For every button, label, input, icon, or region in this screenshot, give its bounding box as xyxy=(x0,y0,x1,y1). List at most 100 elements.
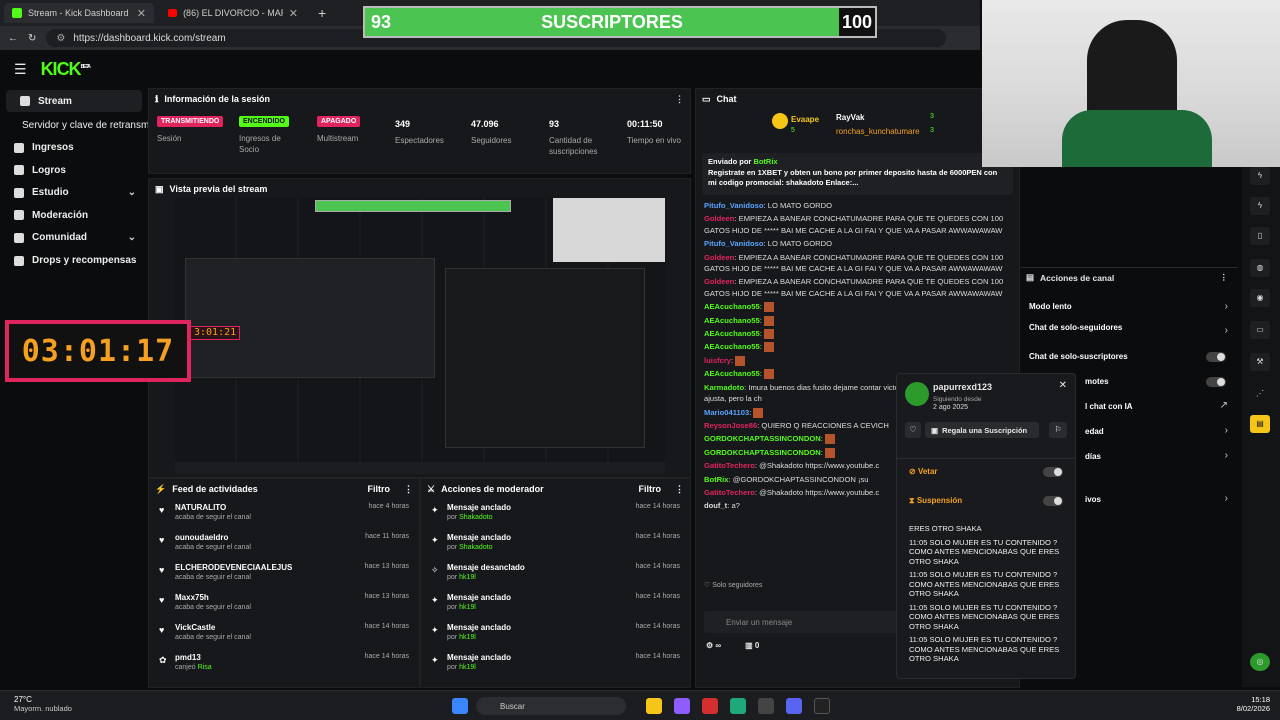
system-clock[interactable]: 15:18 8/02/2026 xyxy=(1237,695,1270,713)
pinned-message[interactable]: Enviado por BotRix📌 Registrate en 1XBET … xyxy=(702,153,1013,195)
mod-action-row[interactable]: ✧ Mensaje desanclado por hk19l hace 14 h… xyxy=(421,559,690,589)
filter-button[interactable]: Filtro xyxy=(368,484,391,494)
taskbar-search[interactable]: Buscar xyxy=(476,697,626,715)
days-item[interactable]: días xyxy=(1085,452,1101,461)
back-icon[interactable]: ← xyxy=(8,33,18,44)
followers-only-item[interactable]: Chat de solo-seguidores xyxy=(1029,323,1122,332)
activity-row[interactable]: ♥ ELCHERODEVENECIAALEJUS acaba de seguir… xyxy=(149,559,419,589)
activity-row[interactable]: ♥ Maxx75h acaba de seguir el canal hace … xyxy=(149,589,419,619)
stream-preview-video[interactable] xyxy=(175,198,665,474)
sidebar-item-estudio[interactable]: Estudio ⌄ xyxy=(0,182,148,204)
reload-icon[interactable]: ↻ xyxy=(28,33,36,44)
site-info-icon[interactable]: ⚙ xyxy=(56,33,65,44)
lightning-icon[interactable]: ϟ xyxy=(1250,197,1270,215)
subs-only-toggle[interactable] xyxy=(1206,352,1226,362)
activity-row[interactable]: ♥ ounoudaeldro acaba de seguir el canal … xyxy=(149,529,419,559)
note-icon[interactable]: ▯ xyxy=(1250,227,1270,245)
share-icon[interactable]: ⋰ xyxy=(1250,385,1270,403)
mod-action-row[interactable]: ✦ Mensaje anclado por Shakadoto hace 14 … xyxy=(421,529,690,559)
subs-only-item[interactable]: Chat de solo-suscriptores xyxy=(1029,352,1128,361)
popup-username[interactable]: papurrexd123 xyxy=(933,382,992,392)
sidebar-item-server-key[interactable]: Servidor y clave de retransm xyxy=(0,114,149,136)
ban-action[interactable]: ⊘ Vetar xyxy=(909,467,938,476)
slow-mode-item[interactable]: Modo lento xyxy=(1029,302,1072,311)
avatar xyxy=(905,382,929,406)
timeout-toggle[interactable] xyxy=(1043,496,1063,506)
obs-icon[interactable] xyxy=(814,698,830,714)
activity-row[interactable]: ♥ VickCastle acaba de seguir el canal ha… xyxy=(149,619,419,649)
actives-item[interactable]: ivos xyxy=(1085,495,1101,504)
device-icon[interactable]: ▭ xyxy=(1250,321,1270,339)
ai-chat-item[interactable]: l chat con IA xyxy=(1085,402,1133,411)
mod-action-row[interactable]: ✦ Mensaje anclado por hk19l hace 14 hora… xyxy=(421,619,690,649)
close-tab-icon[interactable]: ✕ xyxy=(289,7,298,20)
leader-name[interactable]: Evaape xyxy=(791,115,819,124)
browser-tab-youtube[interactable]: (86) EL DIVORCIO - MARISOL Y LA ✕ xyxy=(160,3,306,23)
chat-bubble-icon[interactable]: ◍ xyxy=(1250,259,1270,277)
lightning-icon[interactable]: ϟ xyxy=(1250,167,1270,185)
chat-message[interactable]: Goldeen: EMPIEZA A BANEAR CONCHATUMADRE … xyxy=(696,212,1019,237)
chat-message[interactable]: AEAcuchano55: xyxy=(696,300,1019,313)
heart-icon: ♥ xyxy=(159,595,165,605)
emotes-item[interactable]: motes xyxy=(1085,377,1109,386)
chat-message[interactable]: Goldeen: EMPIEZA A BANEAR CONCHATUMADRE … xyxy=(696,251,1019,276)
menu-icon[interactable]: ☰ xyxy=(14,61,27,78)
kick-logo[interactable]: KICKBETA xyxy=(41,59,91,80)
chat-message[interactable]: Pitufo_Vanidoso: LO MATO GORDO xyxy=(696,199,1019,212)
chat-help-icon[interactable]: ◎ xyxy=(1250,653,1270,671)
age-item[interactable]: edad xyxy=(1085,427,1104,436)
more-options-icon[interactable]: ⋮ xyxy=(1220,272,1229,283)
close-tab-icon[interactable]: ✕ xyxy=(137,7,146,20)
activity-row[interactable]: ♥ NATURALITO acaba de seguir el canal ha… xyxy=(149,499,419,529)
more-options-icon[interactable]: ⋮ xyxy=(404,484,413,495)
chat-message[interactable]: AEAcuchano55: xyxy=(696,340,1019,353)
app-icon[interactable] xyxy=(702,698,718,714)
follow-heart-button[interactable]: ♡ xyxy=(905,422,921,438)
ban-toggle[interactable] xyxy=(1043,467,1063,477)
file-explorer-icon[interactable] xyxy=(646,698,662,714)
sidebar-item-moderacion[interactable]: Moderación xyxy=(0,204,148,226)
broadcast-icon[interactable]: ◉ xyxy=(1250,289,1270,307)
heart-icon: ♥ xyxy=(159,565,165,575)
sidebar-item-comunidad[interactable]: Comunidad ⌄ xyxy=(0,227,148,249)
chat-message[interactable]: Pitufo_Vanidoso: LO MATO GORDO xyxy=(696,237,1019,250)
highlight-icon[interactable]: ▤ xyxy=(1250,415,1270,433)
chat-username: ReysonJose86 xyxy=(704,420,758,430)
chat-message[interactable]: AEAcuchano55: xyxy=(696,314,1019,327)
gift-sub-button[interactable]: ▣ Regala una Suscripción xyxy=(925,422,1039,438)
chat-message[interactable]: AEAcuchano55: xyxy=(696,327,1019,340)
more-options-icon[interactable]: ⋮ xyxy=(675,94,684,105)
close-icon[interactable]: ✕ xyxy=(1059,380,1067,391)
filter-button[interactable]: Filtro xyxy=(639,484,662,494)
edge-icon[interactable] xyxy=(730,698,746,714)
more-options-icon[interactable]: ⋮ xyxy=(675,484,684,495)
user-history-message: 11:05 SOLO MUJER ES TU CONTENIDO ? COMO … xyxy=(909,602,1060,631)
settings-icon[interactable]: ⚙ ∞ xyxy=(706,641,721,650)
mute-button[interactable]: ⚐ xyxy=(1049,422,1067,438)
copilot-icon[interactable] xyxy=(674,698,690,714)
discord-icon[interactable] xyxy=(786,698,802,714)
sidebar-item-stream[interactable]: Stream xyxy=(6,90,142,112)
emotes-toggle[interactable] xyxy=(1206,377,1226,387)
wrench-icon[interactable]: ⚒ xyxy=(1250,353,1270,371)
mod-action-row[interactable]: ✦ Mensaje anclado por Shakadoto hace 14 … xyxy=(421,499,690,529)
leader-name[interactable]: ronchas_kunchatumare xyxy=(836,127,920,136)
chat-message[interactable]: Goldeen: EMPIEZA A BANEAR CONCHATUMADRE … xyxy=(696,275,1019,300)
chevron-right-icon: › xyxy=(1224,450,1228,461)
mod-action-row[interactable]: ✦ Mensaje anclado por hk19l hace 14 hora… xyxy=(421,649,690,679)
weather-widget[interactable]: 27°C Mayorm. nublado xyxy=(14,695,72,713)
leader-name[interactable]: RayVak xyxy=(836,113,864,122)
mod-action-row[interactable]: ✦ Mensaje anclado por hk19l hace 14 hora… xyxy=(421,589,690,619)
activity-row[interactable]: ✿ pmd13 canjeó Risa hace 14 horas xyxy=(149,649,419,679)
sidebar-item-logros[interactable]: Logros xyxy=(0,159,148,181)
windows-start-icon[interactable] xyxy=(452,698,468,714)
chrome-icon[interactable] xyxy=(758,698,774,714)
sidebar-item-drops[interactable]: Drops y recompensas xyxy=(0,250,148,272)
chat-username: AEAcuchano55 xyxy=(704,315,760,325)
new-tab-button[interactable]: + xyxy=(310,3,334,23)
timeout-action[interactable]: ⧗ Suspensión xyxy=(909,496,962,506)
browser-tab-kick[interactable]: Stream - Kick Dashboard ✕ xyxy=(4,3,154,23)
sidebar-item-ingresos[interactable]: Ingresos xyxy=(0,137,148,159)
chat-message[interactable]: luisfcry: xyxy=(696,354,1019,367)
stat-session: TRANSMITIENDO Sesión xyxy=(157,115,224,144)
